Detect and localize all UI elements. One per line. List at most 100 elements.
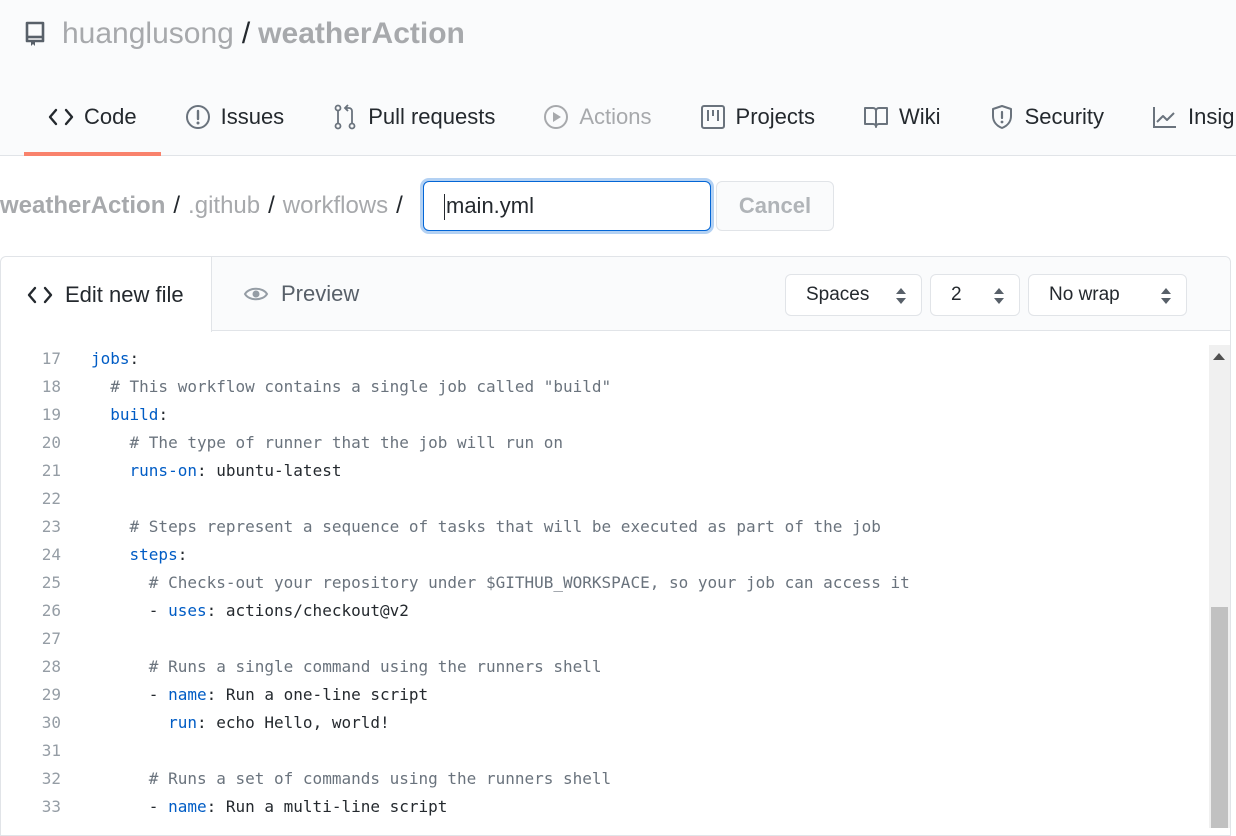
- breadcrumb-github-link[interactable]: .github: [188, 192, 260, 220]
- repo-separator: /: [241, 17, 251, 50]
- tab-code[interactable]: Code: [24, 96, 161, 156]
- line-content: [61, 737, 91, 765]
- indent-size-select[interactable]: 2: [930, 274, 1020, 316]
- yaml-key: name: [168, 685, 207, 704]
- yaml-key: runs-on: [129, 461, 197, 480]
- line-number: 25: [41, 573, 61, 592]
- code-icon: [48, 104, 74, 130]
- select-value: Spaces: [806, 284, 870, 305]
- indent: -: [91, 601, 169, 620]
- select-arrows-icon: [895, 287, 907, 305]
- breadcrumb-root-link[interactable]: weatherAction: [0, 192, 165, 220]
- breadcrumb: weatherAction / .github / workflows /: [0, 180, 411, 232]
- text-cursor: [444, 194, 445, 221]
- line-number: 19: [41, 405, 61, 424]
- line-number: 23: [41, 517, 61, 536]
- tab-wiki[interactable]: Wiki: [839, 96, 965, 156]
- tab-projects[interactable]: Projects: [676, 96, 839, 156]
- code-line[interactable]: 18 # This workflow contains a single job…: [1, 373, 1209, 401]
- select-arrows-icon: [993, 287, 1005, 305]
- code-line[interactable]: 19 build:: [1, 401, 1209, 429]
- file-editor: Edit new file Preview Spaces 2 No wrap 1…: [0, 256, 1231, 836]
- code-line[interactable]: 17 jobs:: [1, 345, 1209, 373]
- code-line[interactable]: 29 - name: Run a one-line script: [1, 681, 1209, 709]
- yaml-key: build: [110, 405, 159, 424]
- code-line[interactable]: 23 # Steps represent a sequence of tasks…: [1, 513, 1209, 541]
- code-line[interactable]: 28 # Runs a single command using the run…: [1, 653, 1209, 681]
- code-line[interactable]: 21 runs-on: ubuntu-latest: [1, 457, 1209, 485]
- code-line[interactable]: 31: [1, 737, 1209, 765]
- code-area[interactable]: 17 jobs: 18 # This workflow contains a sin…: [1, 345, 1209, 821]
- tab-label: Code: [84, 104, 137, 129]
- line-content: # Runs a single command using the runner…: [61, 653, 602, 681]
- line-content: # The type of runner that the job will r…: [61, 429, 563, 457]
- yaml-value: : Run a multi-line script: [206, 797, 448, 816]
- editor-scrollbar[interactable]: [1209, 345, 1230, 828]
- line-content: run: echo Hello, world!: [61, 709, 390, 737]
- tab-actions[interactable]: Actions: [519, 96, 675, 156]
- line-number: 22: [41, 489, 61, 508]
- line-content: - name: Run a multi-line script: [61, 793, 448, 821]
- yaml-key: steps: [129, 545, 178, 564]
- code-line[interactable]: 22: [1, 485, 1209, 513]
- cancel-button[interactable]: Cancel: [716, 181, 834, 231]
- line-number: 31: [41, 741, 61, 760]
- tab-preview[interactable]: Preview: [243, 257, 359, 331]
- tab-label: Projects: [735, 104, 816, 129]
- shield-icon: [989, 104, 1015, 130]
- code-line[interactable]: 30 run: echo Hello, world!: [1, 709, 1209, 737]
- scrollbar-thumb[interactable]: [1211, 607, 1228, 828]
- select-value: 2: [951, 284, 962, 305]
- breadcrumb-workflows-link[interactable]: workflows: [283, 192, 388, 220]
- breadcrumb-separator: /: [173, 192, 181, 219]
- tab-insights[interactable]: Insig: [1128, 96, 1236, 156]
- tab-security[interactable]: Security: [965, 96, 1128, 156]
- code-line[interactable]: 20 # The type of runner that the job wil…: [1, 429, 1209, 457]
- line-number: 33: [41, 797, 61, 816]
- line-number: 20: [41, 433, 61, 452]
- wrap-mode-select[interactable]: No wrap: [1028, 274, 1187, 316]
- breadcrumb-separator: /: [268, 192, 275, 219]
- code-line[interactable]: 33 - name: Run a multi-line script: [1, 793, 1209, 821]
- select-arrows-icon: [1160, 287, 1172, 305]
- code-line[interactable]: 32 # Runs a set of commands using the ru…: [1, 765, 1209, 793]
- tab-label: Wiki: [899, 104, 941, 129]
- yaml-value: :: [177, 545, 188, 564]
- line-content: # Checks-out your repository under $GITH…: [61, 569, 910, 597]
- yaml-comment: # This workflow contains a single job ca…: [110, 377, 612, 396]
- scroll-up-arrow-icon[interactable]: [1213, 353, 1225, 360]
- select-value: No wrap: [1049, 284, 1120, 305]
- code-line[interactable]: 24 steps:: [1, 541, 1209, 569]
- breadcrumb-separator: /: [396, 192, 403, 219]
- line-content: [61, 625, 91, 653]
- repo-name-link[interactable]: weatherAction: [258, 17, 465, 51]
- line-content: - name: Run a one-line script: [61, 681, 428, 709]
- tab-issues[interactable]: Issues: [161, 96, 309, 156]
- line-number: 17: [41, 349, 61, 368]
- code-line[interactable]: 26 - uses: actions/checkout@v2: [1, 597, 1209, 625]
- filename-value: main.yml: [446, 193, 535, 218]
- code-icon: [27, 282, 53, 308]
- project-icon: [700, 104, 726, 130]
- line-content: runs-on: ubuntu-latest: [61, 457, 342, 485]
- tab-edit-new-file[interactable]: Edit new file: [1, 257, 212, 332]
- code-line[interactable]: 27: [1, 625, 1209, 653]
- pull-request-icon: [332, 104, 358, 130]
- repo-icon: [24, 21, 48, 47]
- tab-pull-requests[interactable]: Pull requests: [308, 96, 519, 156]
- line-number: 29: [41, 685, 61, 704]
- line-number: 26: [41, 601, 61, 620]
- indent-mode-select[interactable]: Spaces: [785, 274, 922, 316]
- repo-owner-link[interactable]: huanglusong: [62, 17, 234, 51]
- code-line[interactable]: 25 # Checks-out your repository under $G…: [1, 569, 1209, 597]
- repo-header: huanglusong / weatherAction Code Issues …: [0, 0, 1236, 156]
- filename-input[interactable]: main.yml: [423, 181, 711, 231]
